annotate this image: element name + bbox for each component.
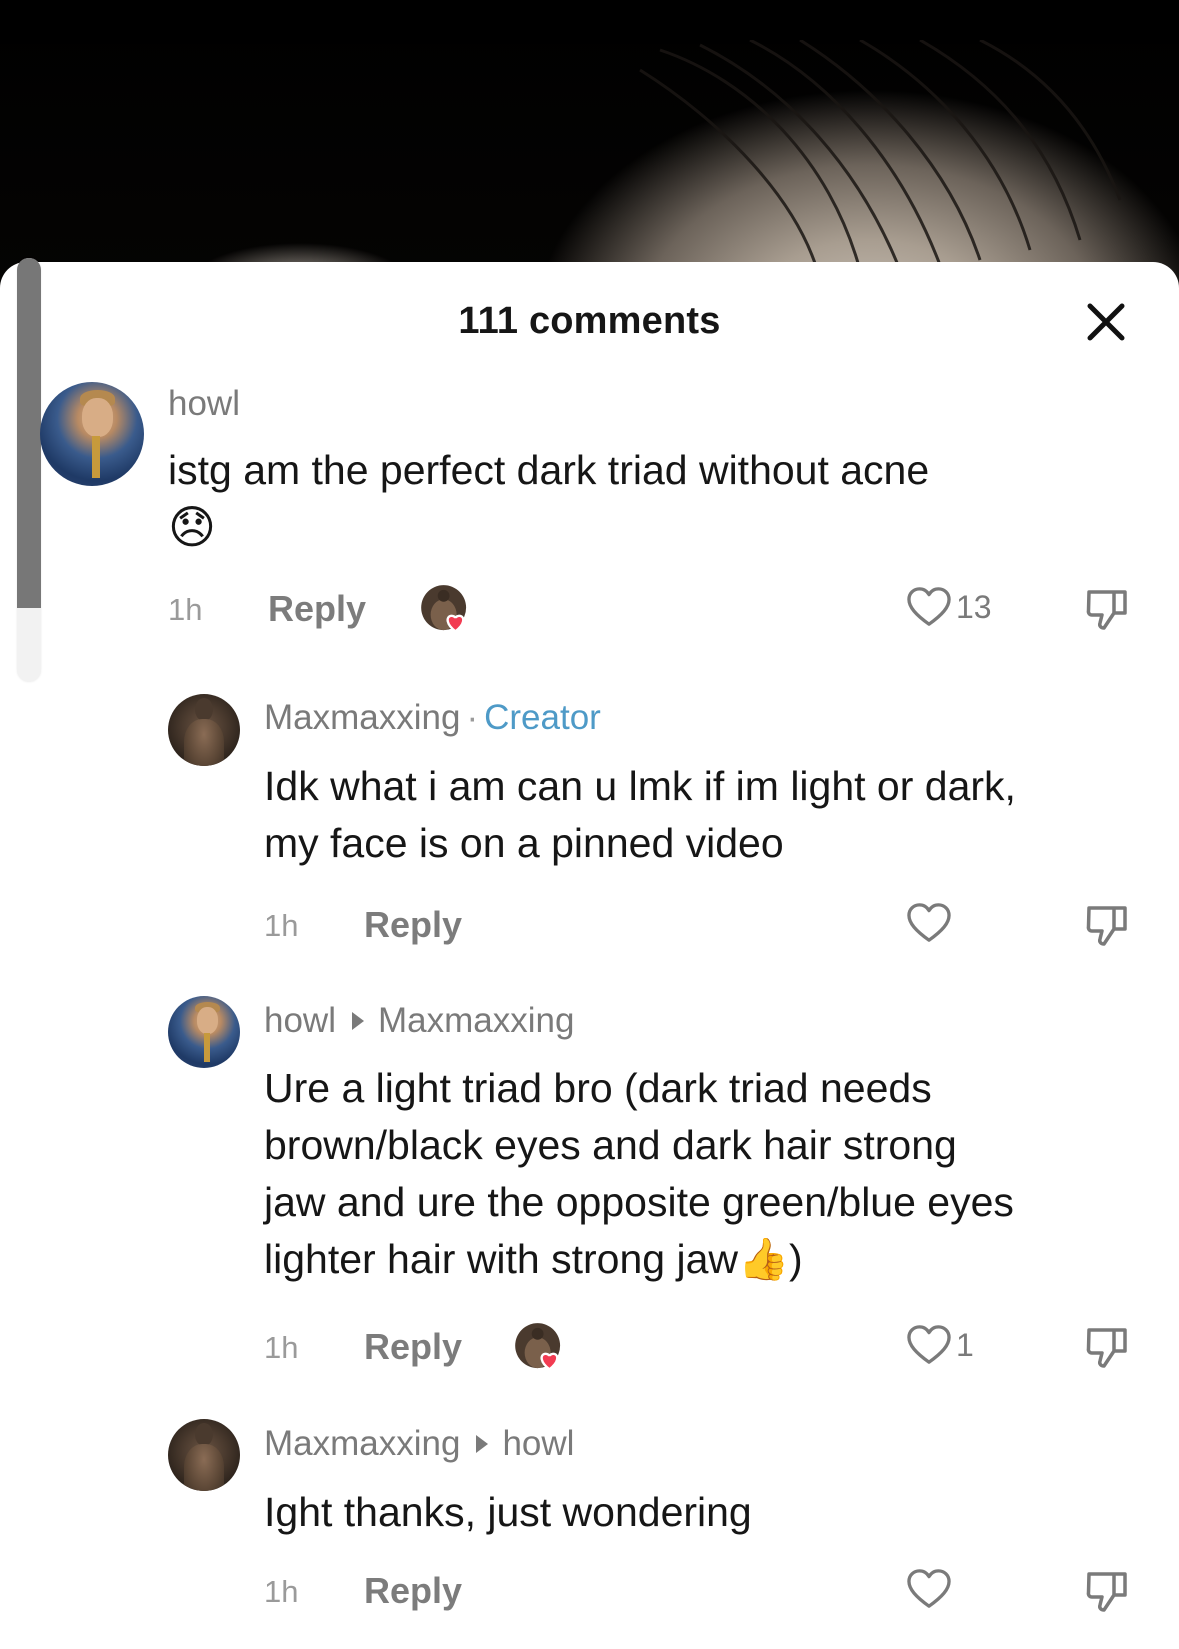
comment-username[interactable]: Maxmaxxing howl	[264, 1424, 574, 1464]
reply-button[interactable]: Reply	[364, 1326, 462, 1368]
thumbs-down-icon[interactable]	[1084, 586, 1130, 632]
thumbs-down-icon[interactable]	[1084, 1568, 1130, 1614]
heart-outline-icon	[907, 903, 951, 942]
like-button[interactable]: 1	[906, 1324, 974, 1366]
comment-time: 1h	[264, 1574, 299, 1609]
status-bar-area	[0, 0, 1179, 44]
comment-time: 1h	[264, 908, 299, 943]
like-button[interactable]	[906, 1568, 952, 1610]
separator-dot: ·	[466, 698, 479, 737]
avatar[interactable]	[168, 1419, 240, 1491]
thumbs-up-emoji: 👍	[737, 1236, 790, 1282]
reply-button[interactable]: Reply	[364, 1570, 462, 1612]
creator-liked-avatar-icon	[515, 1323, 561, 1371]
like-count: 13	[956, 588, 992, 625]
comment-text: Ight thanks, just wondering	[264, 1489, 752, 1535]
reply-to-username[interactable]: Maxmaxxing	[378, 1001, 574, 1040]
reply-to-arrow-icon	[476, 1435, 489, 1454]
comment-text: Idk what i am can u lmk if im light or d…	[264, 763, 1016, 866]
avatar[interactable]	[168, 996, 240, 1068]
video-frame-hair-texture	[639, 40, 1122, 280]
heart-outline-icon	[907, 1569, 951, 1608]
comment-text: Ure a light triad bro (dark triad needs …	[264, 1060, 1174, 1288]
comment-time: 1h	[264, 1330, 299, 1365]
creator-badge: Creator	[484, 698, 601, 737]
comment-username[interactable]: howl	[168, 384, 240, 424]
avatar[interactable]	[40, 382, 144, 486]
reply-to-arrow-icon	[351, 1012, 364, 1031]
reply-button[interactable]: Reply	[268, 588, 366, 630]
video-background	[0, 0, 1179, 290]
comments-count-title: 111 comments	[458, 300, 721, 342]
comment-username[interactable]: howl Maxmaxxing	[264, 1001, 574, 1041]
reply-to-username[interactable]: howl	[502, 1424, 574, 1463]
comment-time: 1h	[168, 592, 203, 627]
reply-button[interactable]: Reply	[364, 904, 462, 946]
like-button[interactable]: 13	[906, 586, 992, 628]
like-button[interactable]	[906, 902, 952, 944]
creator-liked-avatar-icon	[421, 585, 467, 633]
comment-username[interactable]: Maxmaxxing · Creator	[264, 698, 601, 738]
comment-text: istg am the perfect dark triad without a…	[168, 442, 1128, 558]
avatar[interactable]	[168, 694, 240, 766]
thumbs-down-icon[interactable]	[1084, 902, 1130, 948]
disappointed-emoji: 😞	[168, 501, 216, 553]
heart-outline-icon	[907, 587, 951, 626]
close-icon[interactable]	[1084, 300, 1128, 344]
thumbs-down-icon[interactable]	[1084, 1324, 1130, 1370]
heart-outline-icon	[907, 1325, 951, 1364]
like-count: 1	[956, 1326, 974, 1363]
